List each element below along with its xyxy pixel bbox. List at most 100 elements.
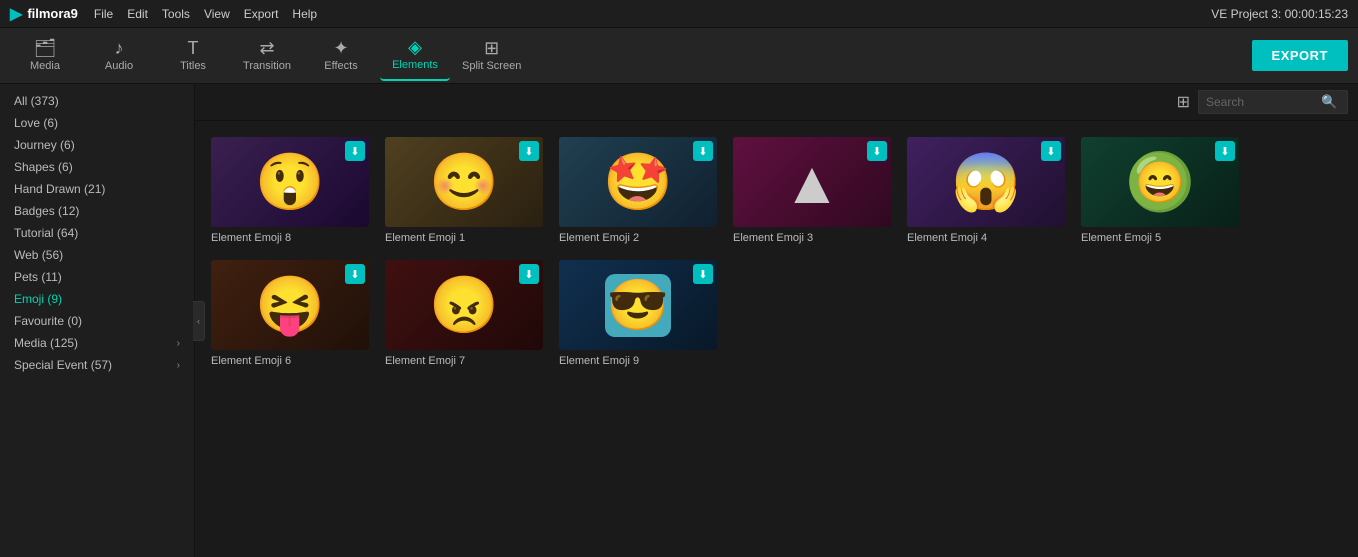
grid-label-6: Element Emoji 5 <box>1081 232 1239 244</box>
grid-item-3[interactable]: 🤩 ⬇ Element Emoji 2 <box>559 137 717 244</box>
sidebar-item-web[interactable]: Web (56) <box>0 244 194 266</box>
toolbar-btn-transition[interactable]: ⇄Transition <box>232 31 302 81</box>
download-badge-4[interactable]: ⬇ <box>867 141 887 161</box>
sidebar-item-handdrawn[interactable]: Hand Drawn (21) <box>0 178 194 200</box>
sidebar-item-pets[interactable]: Pets (11) <box>0 266 194 288</box>
download-badge-3[interactable]: ⬇ <box>693 141 713 161</box>
sidebar-label-emoji: Emoji (9) <box>14 292 62 306</box>
download-badge-7[interactable]: ⬇ <box>345 264 365 284</box>
toolbar-btn-titles[interactable]: TTitles <box>158 31 228 81</box>
sidebar-item-media[interactable]: Media (125) › <box>0 332 194 354</box>
sidebar-chevron-specialevent: › <box>177 360 180 371</box>
sidebar-item-emoji[interactable]: Emoji (9) <box>0 288 194 310</box>
search-icon[interactable]: 🔍 <box>1321 94 1337 110</box>
sidebar-item-all[interactable]: All (373) <box>0 90 194 112</box>
media-toolbar-label: Media <box>30 60 60 72</box>
grid-label-7: Element Emoji 6 <box>211 355 369 367</box>
search-wrap: 🔍 <box>1198 90 1348 114</box>
sidebar-item-love[interactable]: Love (6) <box>0 112 194 134</box>
sidebar-collapse-button[interactable]: ‹ <box>193 301 205 341</box>
menu-item-edit[interactable]: Edit <box>127 7 148 21</box>
toolbar: 🗂 Media ♪AudioTTitles⇄Transition✦Effects ◈ E… <box>0 28 1358 84</box>
sidebar-item-specialevent[interactable]: Special Event (57) › <box>0 354 194 376</box>
emoji-1: 😲 <box>255 154 325 210</box>
menu-item-file[interactable]: File <box>94 7 113 21</box>
toolbar-btn-effects[interactable]: ✦Effects <box>306 31 376 81</box>
menu-item-help[interactable]: Help <box>292 7 317 21</box>
grid-item-1[interactable]: 😲 ⬇ Element Emoji 8 <box>211 137 369 244</box>
menu-bar: File Edit Tools View Export Help <box>94 7 317 21</box>
sidebar-label-pets: Pets (11) <box>14 270 62 284</box>
grid-view-button[interactable]: ⊞ <box>1177 92 1190 112</box>
grid-item-6[interactable]: 🟢😄 ⬇ Element Emoji 5 <box>1081 137 1239 244</box>
emoji-3: 🤩 <box>603 154 673 210</box>
toolbar-btn-splitscreen[interactable]: ⊞Split Screen <box>454 31 529 81</box>
grid-item-2[interactable]: 😊 ⬇ Element Emoji 1 <box>385 137 543 244</box>
download-badge-2[interactable]: ⬇ <box>519 141 539 161</box>
download-badge-8[interactable]: ⬇ <box>519 264 539 284</box>
grid-thumb-9: 😎 ⬇ <box>559 260 717 350</box>
sidebar-item-favourite[interactable]: Favourite (0) <box>0 310 194 332</box>
download-badge-5[interactable]: ⬇ <box>1041 141 1061 161</box>
search-input[interactable] <box>1206 95 1316 109</box>
emoji-5: 😱 <box>951 154 1021 210</box>
download-badge-1[interactable]: ⬇ <box>345 141 365 161</box>
sidebar-label-tutorial: Tutorial (64) <box>14 226 78 240</box>
elements-toolbar-icon: ◈ <box>408 38 422 56</box>
sidebar-label-love: Love (6) <box>14 116 58 130</box>
sidebar-label-specialevent: Special Event (57) <box>14 358 112 372</box>
media-toolbar-icon: 🗂 <box>34 39 57 57</box>
toolbar-btn-elements[interactable]: ◈ Elements <box>380 31 450 81</box>
transition-toolbar-icon: ⇄ <box>259 39 274 57</box>
effects-toolbar-label: Effects <box>324 60 357 72</box>
filmora-logo-icon: ▶ <box>10 4 22 24</box>
sidebar-label-media: Media (125) <box>14 336 78 350</box>
menu-item-view[interactable]: View <box>204 7 230 21</box>
emoji-8: 😠 <box>429 277 499 333</box>
elements-grid: 😲 ⬇ Element Emoji 8 😊 ⬇ Element Emoji 1 … <box>195 121 1358 557</box>
sidebar-chevron-media: › <box>177 338 180 349</box>
emoji-7: 😝 <box>255 277 325 333</box>
sidebar-item-tutorial[interactable]: Tutorial (64) <box>0 222 194 244</box>
project-info: VE Project 3: 00:00:15:23 <box>1211 7 1348 21</box>
grid-label-5: Element Emoji 4 <box>907 232 1065 244</box>
titlebar: ▶ filmora9 File Edit Tools View Export Help V… <box>0 0 1358 28</box>
grid-thumb-6: 🟢😄 ⬇ <box>1081 137 1239 227</box>
menu-item-tools[interactable]: Tools <box>162 7 190 21</box>
grid-item-4[interactable]: ▲ ⬇ Element Emoji 3 <box>733 137 891 244</box>
sidebar-item-shapes[interactable]: Shapes (6) <box>0 156 194 178</box>
grid-label-8: Element Emoji 7 <box>385 355 543 367</box>
sidebar-label-favourite: Favourite (0) <box>14 314 82 328</box>
toolbar-btn-media[interactable]: 🗂 Media <box>10 31 80 81</box>
grid-item-8[interactable]: 😠 ⬇ Element Emoji 7 <box>385 260 543 367</box>
sidebar-label-handdrawn: Hand Drawn (21) <box>14 182 105 196</box>
export-button[interactable]: EXPORT <box>1252 40 1348 71</box>
audio-toolbar-label: Audio <box>105 60 133 72</box>
grid-thumb-5: 😱 ⬇ <box>907 137 1065 227</box>
content-area: ⊞ 🔍 😲 ⬇ Element Emoji 8 😊 ⬇ Element Emoj… <box>195 84 1358 557</box>
grid-thumb-2: 😊 ⬇ <box>385 137 543 227</box>
app-name: filmora9 <box>27 6 78 21</box>
download-badge-9[interactable]: ⬇ <box>693 264 713 284</box>
grid-thumb-1: 😲 ⬇ <box>211 137 369 227</box>
sidebar: All (373) Love (6) Journey (6) Shapes (6) Ha… <box>0 84 195 557</box>
sidebar-label-shapes: Shapes (6) <box>14 160 73 174</box>
grid-thumb-7: 😝 ⬇ <box>211 260 369 350</box>
sidebar-label-web: Web (56) <box>14 248 63 262</box>
app-logo: ▶ filmora9 <box>10 4 78 24</box>
grid-label-9: Element Emoji 9 <box>559 355 717 367</box>
grid-label-2: Element Emoji 1 <box>385 232 543 244</box>
grid-thumb-3: 🤩 ⬇ <box>559 137 717 227</box>
menu-item-export[interactable]: Export <box>244 7 279 21</box>
toolbar-btn-audio[interactable]: ♪Audio <box>84 31 154 81</box>
sidebar-item-journey[interactable]: Journey (6) <box>0 134 194 156</box>
grid-item-5[interactable]: 😱 ⬇ Element Emoji 4 <box>907 137 1065 244</box>
elements-toolbar-label: Elements <box>392 59 438 71</box>
titlebar-left: ▶ filmora9 File Edit Tools View Export Help <box>10 4 317 24</box>
download-badge-6[interactable]: ⬇ <box>1215 141 1235 161</box>
grid-item-9[interactable]: 😎 ⬇ Element Emoji 9 <box>559 260 717 367</box>
titles-toolbar-label: Titles <box>180 60 206 72</box>
grid-item-7[interactable]: 😝 ⬇ Element Emoji 6 <box>211 260 369 367</box>
emoji-2: 😊 <box>429 154 499 210</box>
sidebar-item-badges[interactable]: Badges (12) <box>0 200 194 222</box>
